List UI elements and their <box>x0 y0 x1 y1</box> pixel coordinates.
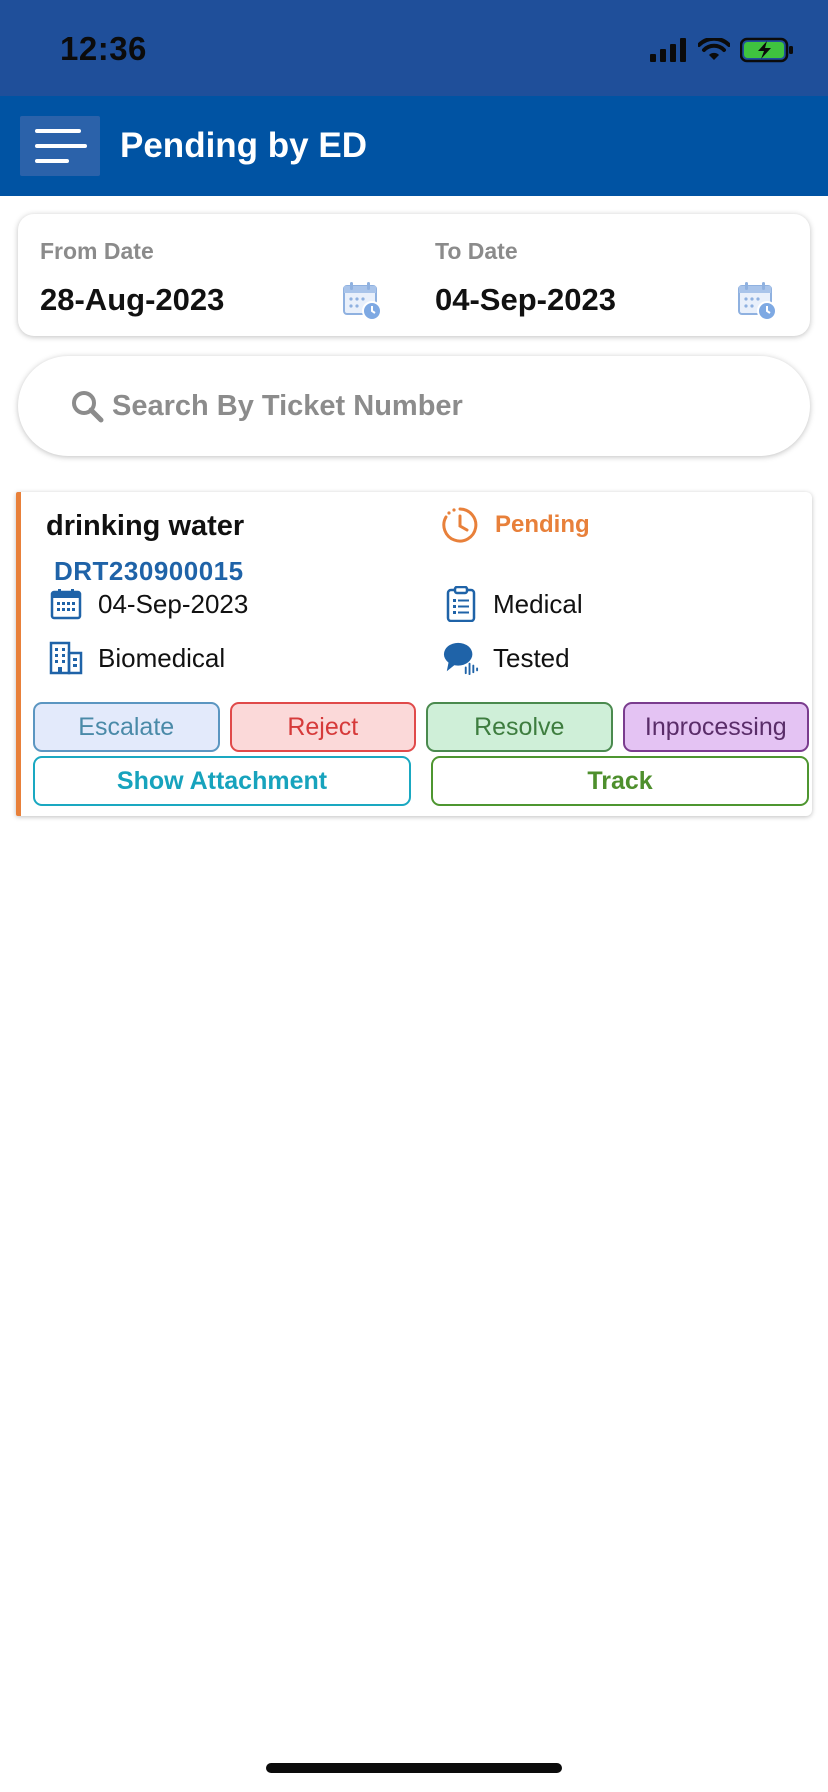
resolve-button[interactable]: Resolve <box>426 702 613 752</box>
calendar-clock-icon[interactable] <box>342 280 384 322</box>
to-date-label: To Date <box>435 238 518 264</box>
calendar-icon <box>48 586 84 622</box>
show-attachment-button[interactable]: Show Attachment <box>33 756 411 806</box>
status-time: 12:36 <box>60 30 147 67</box>
from-date-value: 28-Aug-2023 <box>40 282 225 317</box>
voice-chat-icon <box>443 640 479 676</box>
from-date-label: From Date <box>40 238 154 264</box>
signal-icon <box>650 38 686 62</box>
status-bar: 12:36 <box>0 0 828 96</box>
ticket-department-row: Biomedical <box>48 640 225 676</box>
hamburger-icon <box>35 129 87 163</box>
status-label: Pending <box>495 511 590 538</box>
ticket-category: Medical <box>493 588 583 619</box>
battery-charging-icon <box>740 37 793 63</box>
ticket-department: Biomedical <box>98 642 226 673</box>
ticket-actions: Escalate Reject Resolve Inprocessing <box>33 702 809 752</box>
menu-button[interactable] <box>20 116 100 176</box>
ticket-status: Pending <box>441 506 590 544</box>
status-icons <box>650 34 794 66</box>
search-input[interactable]: Search By Ticket Number <box>18 356 810 456</box>
page-title: Pending by ED <box>120 126 367 165</box>
ticket-card[interactable]: drinking water DRT230900015 Pending 04-S… <box>16 492 812 816</box>
ticket-date: 04-Sep-2023 <box>98 588 249 619</box>
escalate-button[interactable]: Escalate <box>33 702 220 752</box>
date-filter-card: From Date 28-Aug-2023 To Date 04-Sep-202… <box>18 214 810 336</box>
ticket-date-row: 04-Sep-2023 <box>48 586 248 622</box>
track-button[interactable]: Track <box>431 756 809 806</box>
ticket-remark-row: Tested <box>443 640 570 676</box>
ticket-category-row: Medical <box>443 586 583 622</box>
ticket-remark: Tested <box>493 642 570 673</box>
reject-button[interactable]: Reject <box>229 702 416 752</box>
clock-icon <box>442 507 478 543</box>
building-icon <box>48 640 84 676</box>
clipboard-list-icon <box>443 586 479 622</box>
home-indicator <box>266 1763 562 1773</box>
inprocessing-button[interactable]: Inprocessing <box>622 702 809 752</box>
ticket-number: DRT230900015 <box>54 556 244 586</box>
calendar-clock-icon[interactable] <box>737 280 779 322</box>
search-icon <box>72 391 104 423</box>
to-date-field[interactable]: To Date 04-Sep-2023 <box>413 214 808 336</box>
wifi-icon <box>698 38 730 60</box>
to-date-value: 04-Sep-2023 <box>435 282 616 317</box>
from-date-field[interactable]: From Date 28-Aug-2023 <box>18 214 413 336</box>
app-header: Pending by ED <box>0 96 828 196</box>
ticket-links: Show Attachment Track <box>33 756 809 806</box>
ticket-title: drinking water <box>46 510 245 542</box>
search-placeholder: Search By Ticket Number <box>112 390 463 422</box>
